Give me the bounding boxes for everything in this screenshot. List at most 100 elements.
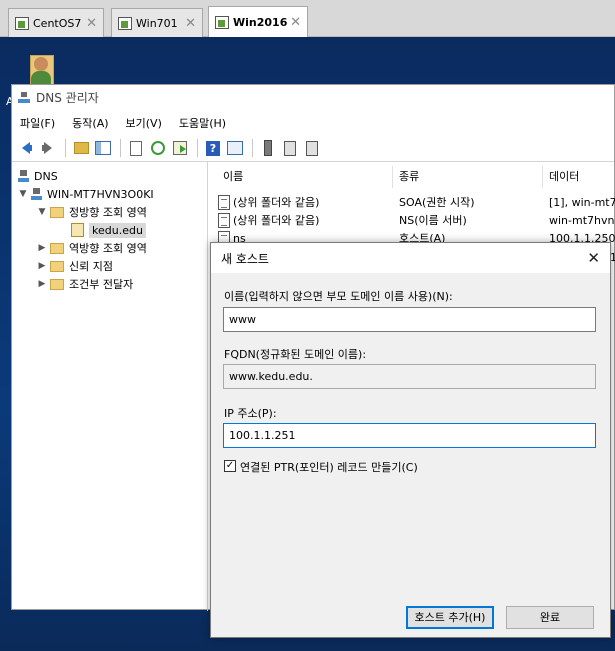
menu-bar: 파일(F) 동작(A) 보기(V) 도움말(H)	[12, 110, 614, 135]
vm-tab-label: CentOS7	[33, 16, 82, 30]
toolbar-separator	[65, 139, 66, 157]
server-icon	[31, 187, 42, 201]
chevron-right-icon[interactable]: ▶	[37, 243, 47, 253]
dns-app-icon	[18, 91, 30, 104]
server-button[interactable]	[258, 138, 278, 158]
chevron-down-icon[interactable]: ▼	[18, 189, 28, 199]
record-list-icon	[284, 140, 296, 156]
refresh-icon	[151, 141, 165, 155]
vm-tab-win701[interactable]: Win701 ✕	[111, 8, 203, 37]
vm-icon	[15, 16, 29, 30]
tree-item-label: 조건부 전달자	[69, 278, 134, 291]
copy-icon	[306, 140, 318, 156]
menu-file[interactable]: 파일(F)	[20, 115, 55, 131]
table-row[interactable]: (상위 폴더와 같음)	[218, 193, 319, 211]
ptr-checkbox-label[interactable]: 연결된 PTR(포인터) 레코드 만들기(C)	[240, 459, 418, 475]
menu-action[interactable]: 동작(A)	[72, 115, 108, 131]
dns-icon	[18, 169, 29, 183]
toolbar: ?	[12, 135, 614, 162]
vm-icon	[215, 15, 229, 29]
folder-icon	[50, 242, 64, 254]
fqdn-field: www.kedu.edu.	[223, 364, 596, 389]
column-header-type[interactable]: 종류	[399, 168, 419, 188]
forward-button[interactable]	[38, 138, 58, 158]
action-pane-icon	[227, 141, 243, 155]
vm-tab-label: Win701	[136, 16, 178, 30]
console-tree-icon	[95, 141, 111, 155]
toolbar-separator	[120, 139, 121, 157]
record-type: SOA(권한 시작)	[399, 196, 475, 209]
record-name: (상위 폴더와 같음)	[233, 196, 320, 209]
back-button[interactable]	[16, 138, 36, 158]
back-arrow-icon	[22, 142, 30, 154]
vm-tab-label: Win2016	[233, 15, 288, 29]
name-label: 이름(입력하지 않으면 부모 도메인 이름 사용)(N):	[224, 290, 453, 303]
tree-item-zone-kedu[interactable]: kedu.edu	[71, 221, 146, 239]
table-row[interactable]: (상위 폴더와 같음)	[218, 211, 319, 229]
chevron-right-icon[interactable]: ▶	[37, 261, 47, 271]
menu-help[interactable]: 도움말(H)	[179, 115, 226, 131]
vm-tab-win2016[interactable]: Win2016 ✕	[208, 6, 308, 37]
tree-item-label: 정방향 조회 영역	[69, 206, 147, 219]
name-input[interactable]: www	[223, 307, 596, 332]
chevron-right-icon[interactable]: ▶	[37, 279, 47, 289]
menu-view[interactable]: 보기(V)	[126, 115, 162, 131]
properties-button[interactable]	[126, 138, 146, 158]
vm-icon	[118, 16, 132, 30]
tree-item-server[interactable]: ▼ WIN-MT7HVN3O0KI	[18, 185, 154, 203]
record-data: win-mt7hvn	[549, 213, 615, 227]
close-icon[interactable]: ✕	[86, 16, 97, 31]
vm-tab-centos7[interactable]: CentOS7 ✕	[8, 8, 104, 37]
window-title: DNS 관리자	[36, 91, 99, 105]
record-type: NS(이름 서버)	[399, 214, 467, 227]
dialog-titlebar[interactable]: 새 호스트	[211, 243, 610, 273]
copy-button[interactable]	[302, 138, 322, 158]
server-icon	[264, 140, 272, 156]
close-icon[interactable]: ✕	[185, 16, 196, 31]
tree-item-label: kedu.edu	[89, 222, 146, 238]
chevron-down-icon[interactable]: ▼	[37, 207, 47, 217]
console-tree: DNS ▼ WIN-MT7HVN3O0KI ▼ 정방향 조회 영역 kedu.e…	[12, 162, 208, 611]
ptr-checkbox[interactable]: ✓	[224, 460, 236, 472]
new-host-dialog: 새 호스트 ✕ 이름(입력하지 않으면 부모 도메인 이름 사용)(N): ww…	[210, 242, 611, 638]
toolbar-separator	[197, 139, 198, 157]
record-icon	[218, 212, 230, 228]
tree-item-trust-points[interactable]: ▶ 신뢰 지점	[37, 257, 113, 275]
list-button[interactable]	[280, 138, 300, 158]
tree-item-label: WIN-MT7HVN3O0KI	[47, 187, 154, 201]
tree-item-label: 역방향 조회 영역	[69, 242, 147, 255]
tree-item-forward-zone[interactable]: ▼ 정방향 조회 영역	[37, 203, 147, 221]
tree-item-conditional-forwarders[interactable]: ▶ 조건부 전달자	[37, 275, 134, 293]
window-titlebar[interactable]: DNS 관리자	[12, 85, 614, 110]
close-icon[interactable]: ✕	[587, 249, 600, 267]
folder-icon	[50, 260, 64, 272]
show-tree-button[interactable]	[93, 138, 113, 158]
help-button[interactable]: ?	[203, 138, 223, 158]
help-icon: ?	[206, 140, 220, 156]
folder-up-icon	[73, 142, 89, 154]
close-icon[interactable]: ✕	[290, 15, 301, 30]
zone-icon	[71, 223, 84, 237]
tree-item-dns[interactable]: DNS	[18, 167, 58, 185]
action-pane-button[interactable]	[225, 138, 245, 158]
refresh-button[interactable]	[148, 138, 168, 158]
export-list-button[interactable]	[170, 138, 190, 158]
up-folder-button[interactable]	[71, 138, 91, 158]
forward-arrow-icon	[44, 142, 52, 154]
tree-item-reverse-zone[interactable]: ▶ 역방향 조회 영역	[37, 239, 147, 257]
column-divider[interactable]	[392, 166, 393, 188]
vm-tab-bar: CentOS7 ✕ Win701 ✕ Win2016 ✕	[0, 0, 615, 37]
ip-label: IP 주소(P):	[224, 407, 277, 420]
ip-address-input[interactable]: 100.1.1.251	[223, 423, 596, 448]
column-header-name[interactable]: 이름	[223, 168, 243, 188]
column-header-data[interactable]: 데이터	[549, 168, 579, 188]
record-icon	[218, 194, 230, 210]
dialog-title: 새 호스트	[221, 251, 269, 266]
folder-icon	[50, 206, 64, 218]
document-icon	[130, 140, 142, 156]
add-host-button[interactable]: 호스트 추가(H)	[406, 606, 494, 629]
done-button[interactable]: 완료	[506, 606, 594, 629]
folder-icon	[50, 278, 64, 290]
tree-item-label: DNS	[34, 169, 58, 183]
column-divider[interactable]	[542, 166, 543, 188]
